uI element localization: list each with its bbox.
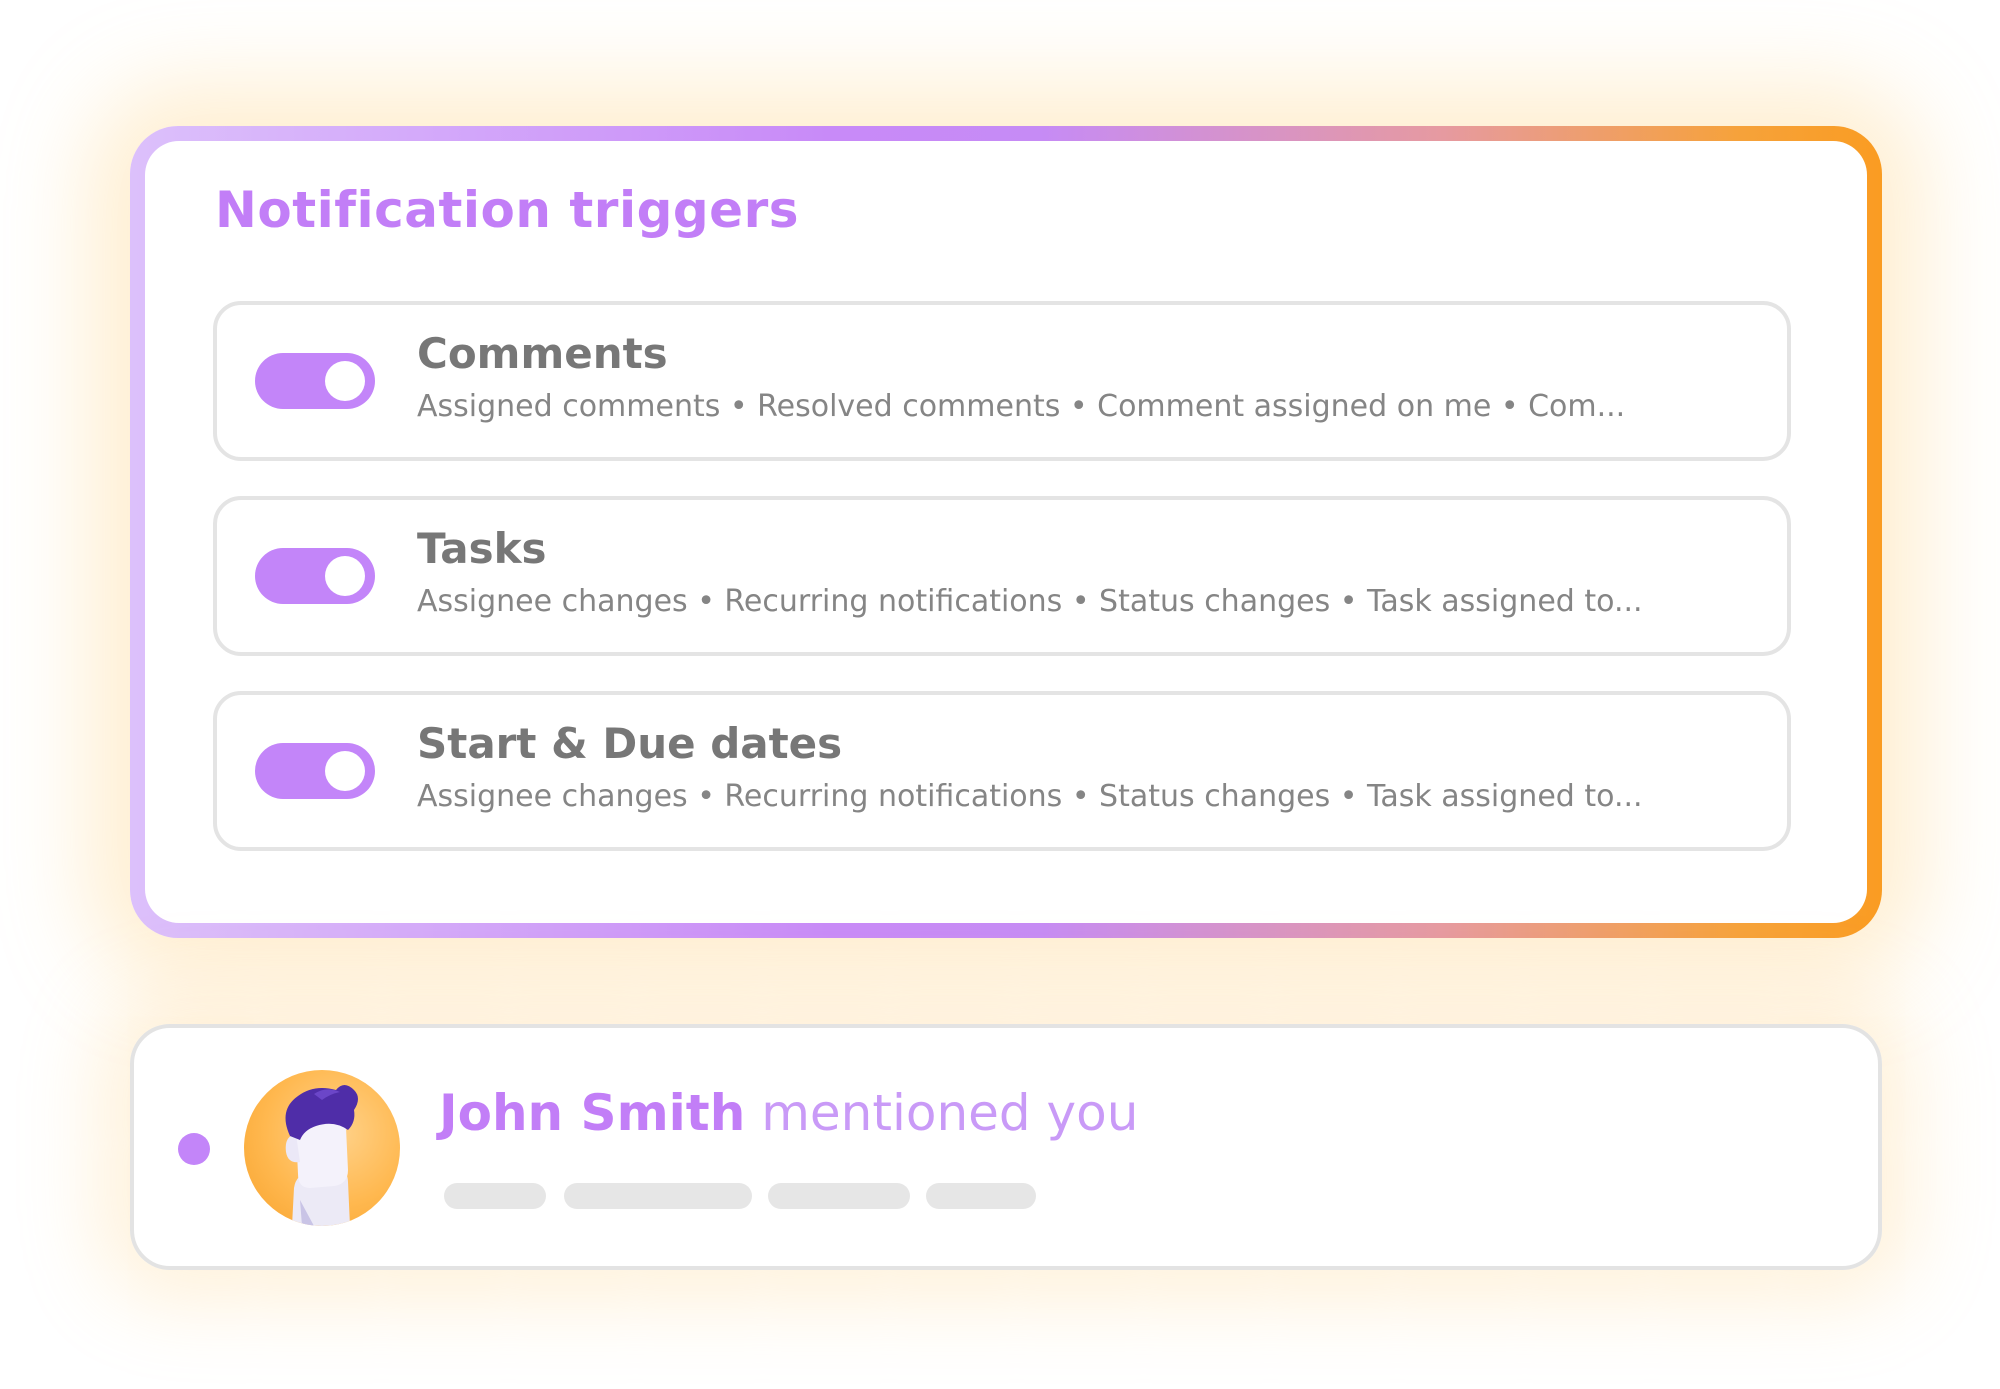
triggers-card: Notification triggers Comments Assigned … [145, 141, 1867, 923]
mention-text: John Smith mentioned you [439, 1084, 1138, 1142]
toggle-knob [325, 751, 365, 791]
mention-notification-card[interactable]: John Smith mentioned you [130, 1024, 1882, 1270]
trigger-row-description: Assignee changes • Recurring notificatio… [417, 584, 1643, 619]
start-due-dates-toggle[interactable] [255, 743, 375, 799]
trigger-row-title: Tasks [417, 524, 547, 573]
triggers-card-frame: Notification triggers Comments Assigned … [130, 126, 1882, 938]
triggers-title: Notification triggers [215, 181, 800, 239]
toggle-knob [325, 361, 365, 401]
comments-toggle[interactable] [255, 353, 375, 409]
unread-dot [178, 1133, 210, 1165]
skeleton-placeholder [768, 1183, 910, 1209]
trigger-row-title: Comments [417, 329, 668, 378]
trigger-row-comments[interactable]: Comments Assigned comments • Resolved co… [213, 301, 1791, 461]
trigger-row-description: Assignee changes • Recurring notificatio… [417, 779, 1643, 814]
avatar [244, 1070, 400, 1226]
trigger-row-start-due-dates[interactable]: Start & Due dates Assignee changes • Rec… [213, 691, 1791, 851]
trigger-row-description: Assigned comments • Resolved comments • … [417, 389, 1626, 424]
mention-user-name[interactable]: John Smith [439, 1084, 745, 1142]
trigger-row-title: Start & Due dates [417, 719, 843, 768]
mention-action: mentioned you [761, 1084, 1139, 1142]
tasks-toggle[interactable] [255, 548, 375, 604]
skeleton-placeholder [564, 1183, 752, 1209]
toggle-knob [325, 556, 365, 596]
stage: Notification triggers Comments Assigned … [0, 0, 2000, 1389]
skeleton-placeholder [444, 1183, 546, 1209]
skeleton-placeholder [926, 1183, 1036, 1209]
person-avatar-icon [285, 1085, 358, 1226]
trigger-row-tasks[interactable]: Tasks Assignee changes • Recurring notif… [213, 496, 1791, 656]
